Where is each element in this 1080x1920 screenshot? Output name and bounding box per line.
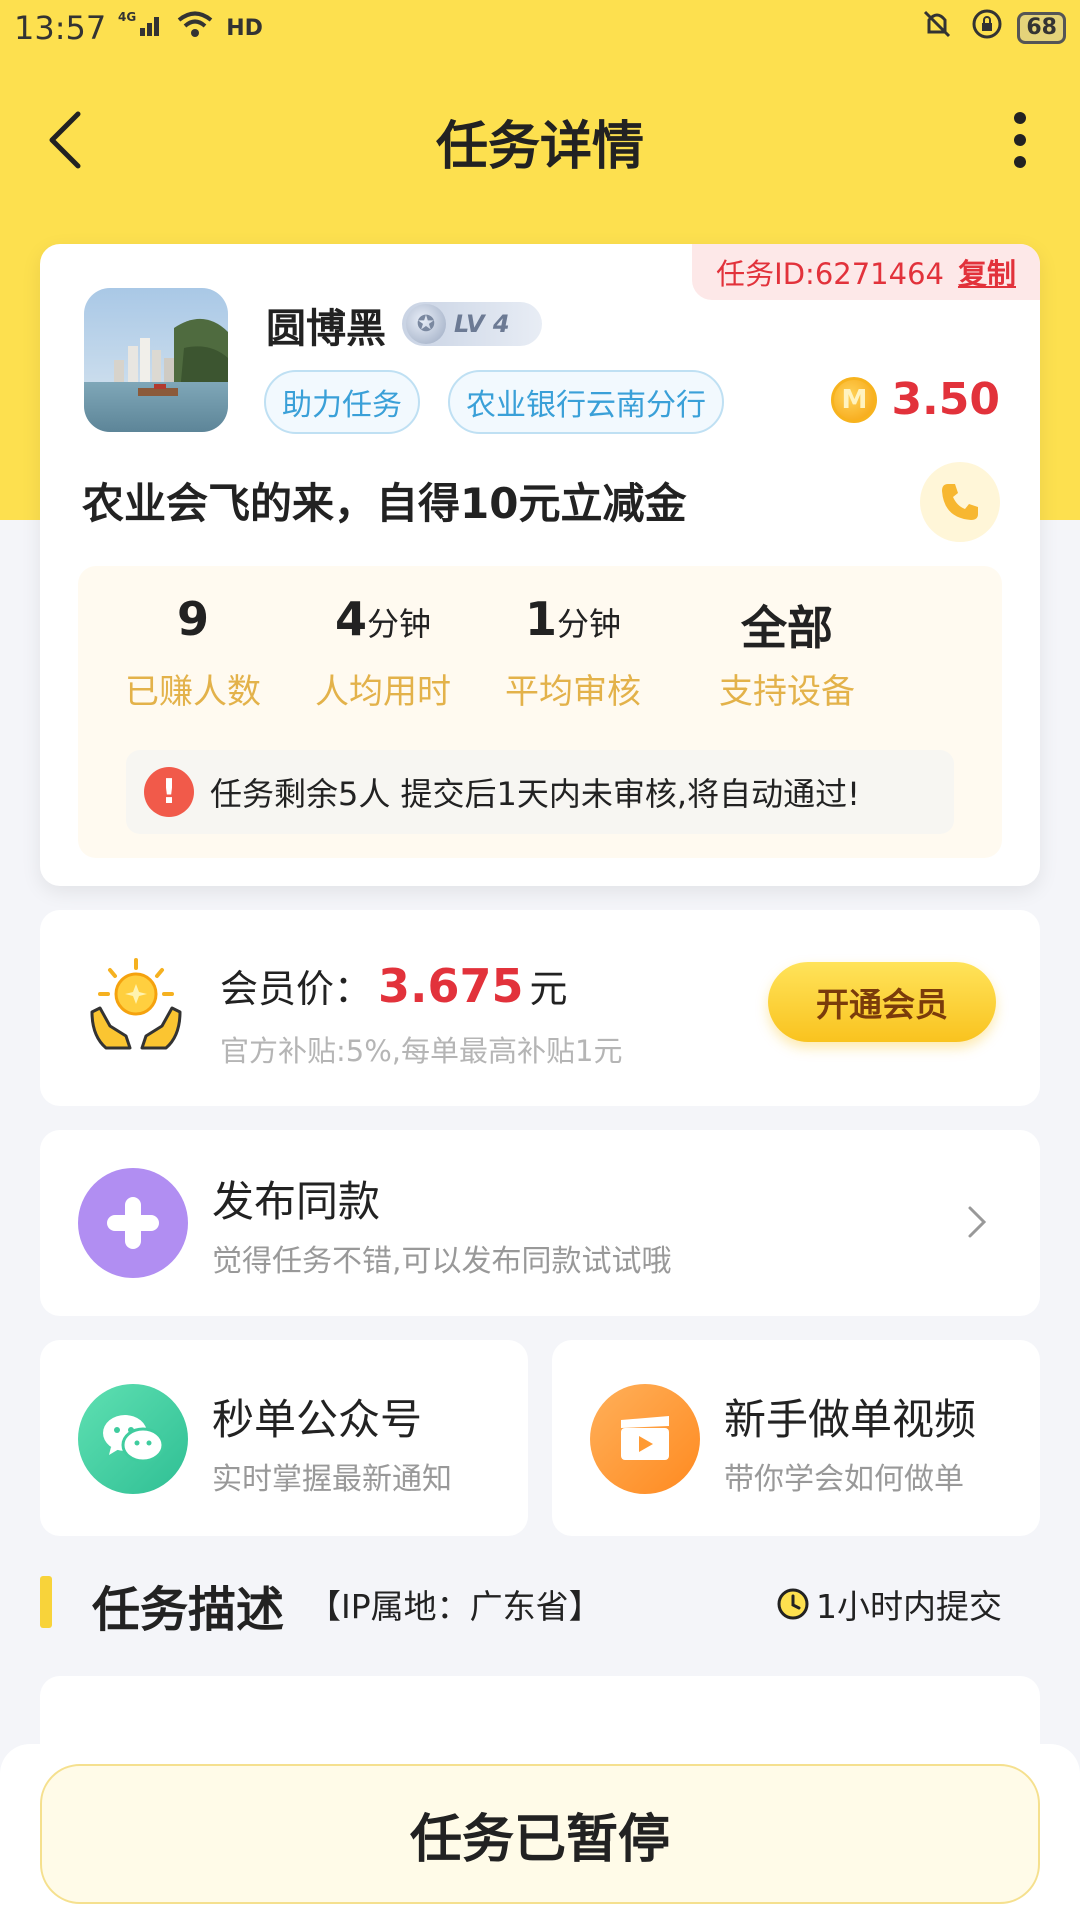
member-subsidy-text: 官方补贴:5%,每单最高补贴1元 — [220, 1034, 623, 1068]
mute-vibrate-icon — [917, 8, 957, 48]
stat-devices: 全部 支持设备 — [672, 592, 902, 713]
stat-unit: 分钟 — [367, 605, 432, 643]
warning-icon: ! — [144, 767, 194, 817]
phone-icon — [942, 484, 978, 520]
tutorial-video-card[interactable]: 新手做单视频 带你学会如何做单 — [552, 1340, 1040, 1536]
member-price-label: 会员价： — [220, 967, 373, 1011]
publisher-name: 圆博黑 — [266, 306, 386, 352]
video-subtitle: 带你学会如何做单 — [724, 1462, 964, 1497]
page-title: 任务详情 — [435, 117, 644, 177]
video-title: 新手做单视频 — [724, 1395, 977, 1444]
task-title: 农业会飞的来，自得10元立减金 — [82, 479, 687, 528]
plus-icon — [78, 1168, 188, 1278]
medal-icon: ✪ — [406, 304, 446, 344]
cellular-signal-icon: 4G — [118, 10, 164, 47]
lock-rotation-icon — [971, 8, 1003, 48]
navigation-bar: 任务详情 — [0, 96, 1080, 184]
ip-location: 【IP属地：广东省】 — [308, 1587, 602, 1626]
notice-text: 任务剩余5人 提交后1天内未审核,将自动通过! — [210, 775, 860, 813]
task-id: 任务ID:6271464 — [716, 257, 944, 291]
reward-amount: 3.50 — [891, 374, 1000, 425]
more-dot — [1014, 134, 1026, 146]
open-membership-button[interactable]: 开通会员 — [768, 962, 996, 1042]
wechat-title: 秒单公众号 — [212, 1395, 423, 1444]
status-bar: 13:57 4G HD 68 — [0, 0, 1080, 56]
task-notice: ! 任务剩余5人 提交后1天内未审核,将自动通过! — [126, 750, 954, 834]
member-price-card: 会员价： 3.675 元 官方补贴:5%,每单最高补贴1元 开通会员 — [40, 910, 1040, 1106]
more-dot — [1014, 156, 1026, 168]
task-id-tag: 任务ID:6271464 复制 — [692, 244, 1040, 300]
task-paused-button[interactable]: 任务已暂停 — [40, 1764, 1040, 1904]
wifi-icon — [176, 10, 214, 47]
member-price-row: 会员价： 3.675 元 — [220, 958, 568, 1013]
reward: M 3.50 — [831, 374, 1000, 425]
publisher-avatar[interactable] — [84, 288, 228, 432]
copy-id-button[interactable]: 复制 — [958, 251, 1016, 293]
wechat-icon — [78, 1384, 188, 1494]
more-dot — [1014, 112, 1026, 124]
task-info-card: 任务ID:6271464 复制 圆博黑 ✪ LV 4 助力任务 农业银行云南分行 — [40, 244, 1040, 886]
level-badge: ✪ LV 4 — [402, 302, 542, 346]
stat-label: 平均审核 — [505, 672, 641, 712]
stat-value: 4 — [334, 592, 367, 646]
hd-icon: HD — [226, 15, 263, 41]
stat-avg-review: 1分钟 平均审核 — [458, 592, 688, 713]
stat-value: 1 — [524, 592, 557, 646]
chevron-right-icon — [968, 1206, 987, 1238]
battery-indicator: 68 — [1017, 12, 1066, 44]
wechat-subtitle: 实时掌握最新通知 — [212, 1462, 452, 1497]
wechat-account-card[interactable]: 秒单公众号 实时掌握最新通知 — [40, 1340, 528, 1536]
status-time: 13:57 — [14, 9, 107, 47]
bottom-action-bar: 任务已暂停 — [0, 1744, 1080, 1920]
stat-value: 全部 — [741, 601, 833, 655]
clock-icon — [777, 1588, 809, 1620]
stat-unit: 分钟 — [557, 605, 622, 643]
task-merchant-tag: 农业银行云南分行 — [448, 370, 724, 434]
contact-phone-button[interactable] — [920, 462, 1000, 542]
section-title: 任务描述 — [92, 1582, 285, 1638]
publish-title: 发布同款 — [212, 1177, 381, 1226]
more-options-button[interactable] — [1000, 112, 1040, 168]
deadline-text: 1小时内提交 — [816, 1587, 1002, 1626]
task-type-tag: 助力任务 — [264, 370, 420, 434]
publish-same-card[interactable]: 发布同款 觉得任务不错,可以发布同款试试哦 — [40, 1130, 1040, 1316]
section-accent-bar — [40, 1576, 52, 1628]
hands-coin-icon — [86, 956, 186, 1056]
svg-text:4G: 4G — [118, 10, 136, 24]
level-label: LV 4 — [454, 310, 510, 338]
video-clapper-icon — [590, 1384, 700, 1494]
task-stats: 9 已赚人数 4分钟 人均用时 1分钟 平均审核 全部 支持设备 ! 任务剩余5… — [78, 566, 1002, 858]
coin-icon: M — [831, 376, 878, 423]
publish-subtitle: 觉得任务不错,可以发布同款试试哦 — [212, 1244, 672, 1279]
member-price-unit: 元 — [529, 967, 568, 1011]
submit-deadline: 1小时内提交 — [776, 1580, 1002, 1628]
member-price: 3.675 — [378, 959, 524, 1013]
stat-label: 支持设备 — [719, 672, 855, 712]
stat-value: 9 — [176, 592, 209, 646]
